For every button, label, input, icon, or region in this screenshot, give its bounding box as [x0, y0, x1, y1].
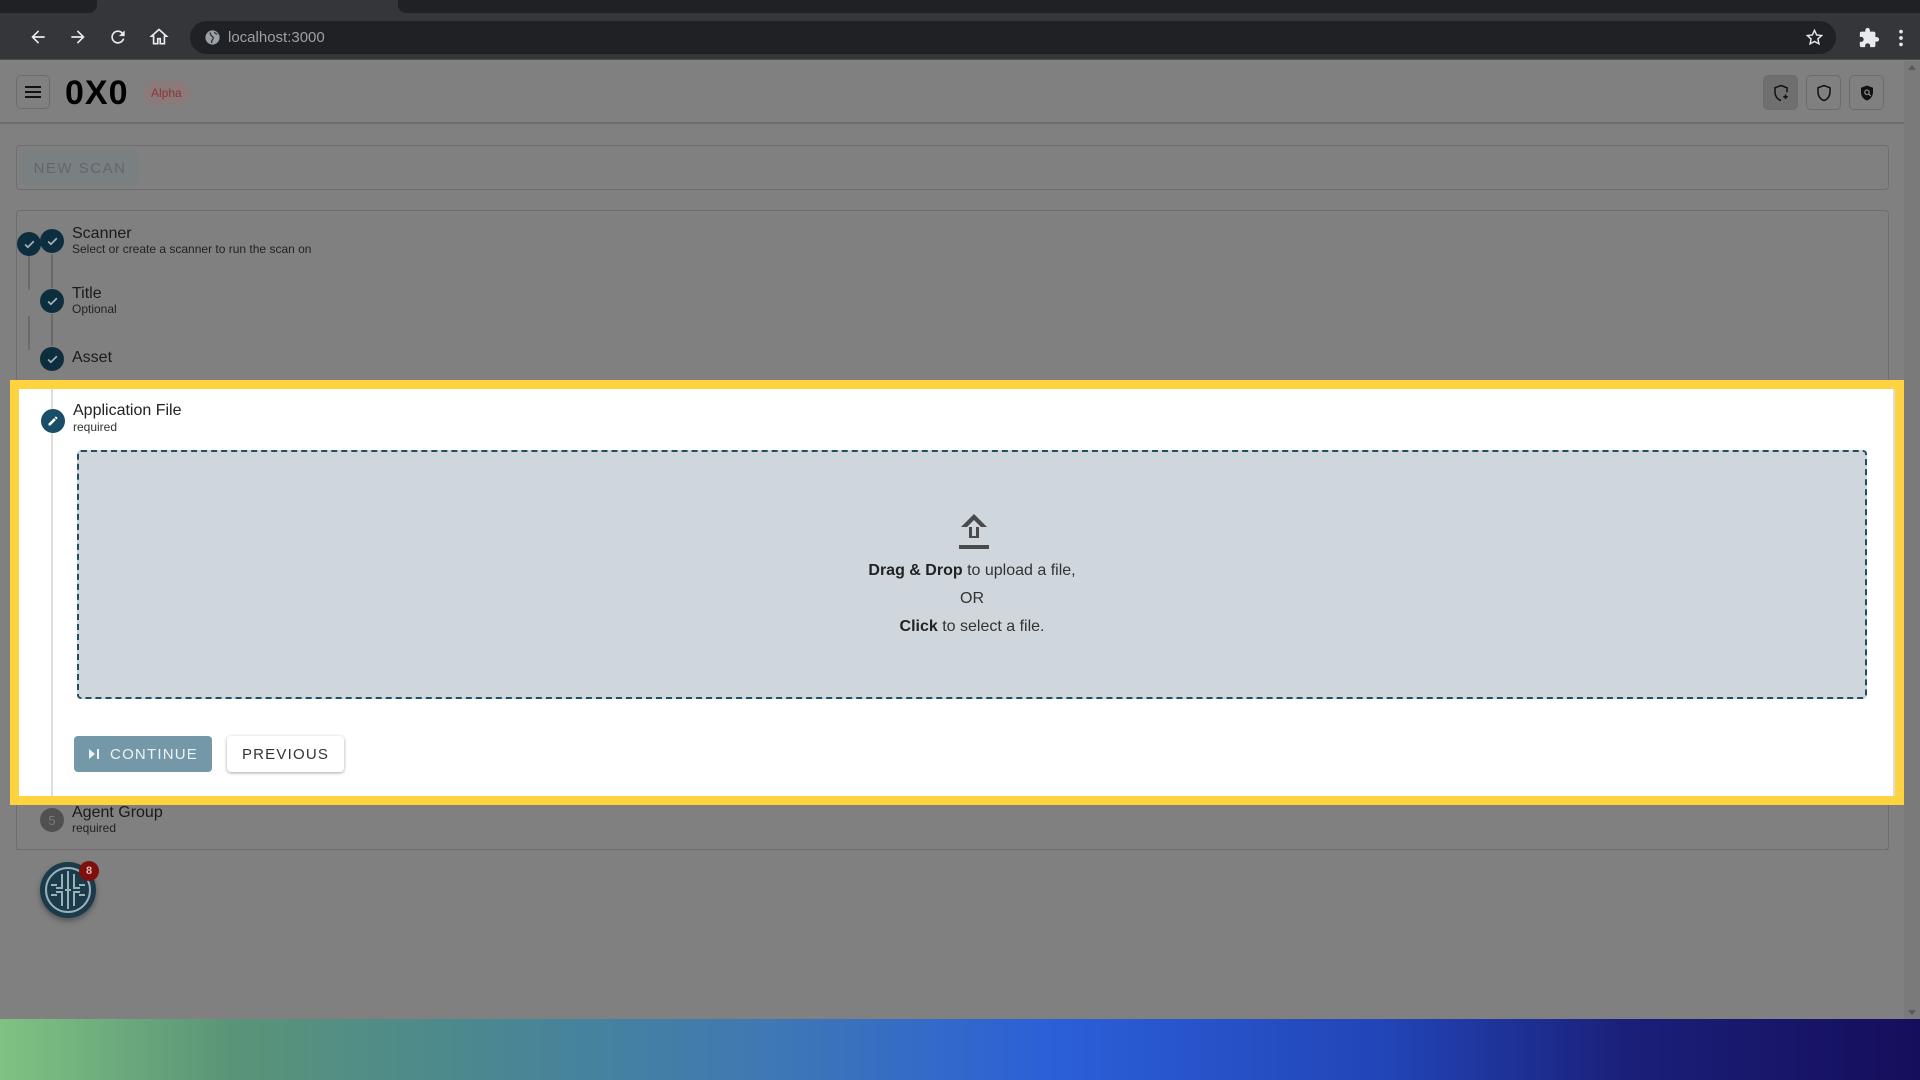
step-subtitle: required: [72, 821, 117, 835]
check-icon: [24, 240, 34, 248]
forward-button[interactable]: [64, 23, 92, 51]
scans-shield-button[interactable]: [1806, 75, 1841, 110]
desktop-background: [0, 1019, 1920, 1080]
step-connector: [51, 314, 53, 346]
url-text[interactable]: localhost:3000: [228, 29, 325, 46]
step-complete-indicator: [40, 289, 64, 313]
notification-badge: 8: [79, 861, 99, 881]
drag-drop-text: to upload a file,: [962, 562, 1076, 579]
new-scan-shield-button[interactable]: [1763, 75, 1798, 110]
browser-tab-strip: [0, 0, 1920, 13]
step-connector: [51, 254, 53, 288]
browser-tab[interactable]: [0, 0, 97, 13]
search-shield-button[interactable]: [1849, 75, 1884, 110]
dropzone-instruction: Click to select a file.: [79, 618, 1865, 636]
check-icon: [47, 297, 57, 305]
step-title: Title: [72, 285, 102, 302]
new-scan-card: NEW SCAN: [16, 145, 1889, 190]
step-number-indicator: 5: [40, 808, 64, 832]
back-button[interactable]: [24, 23, 52, 51]
new-scan-button[interactable]: NEW SCAN: [22, 151, 138, 185]
step-title: Agent Group: [72, 804, 163, 821]
step-subtitle: Select or create a scanner to run the sc…: [72, 242, 312, 256]
page-scrollbar[interactable]: [1904, 61, 1920, 1019]
alpha-badge: Alpha: [143, 81, 190, 105]
highlighted-step-panel: Application File required Drag & Drop to…: [10, 380, 1904, 805]
file-dropzone[interactable]: Drag & Drop to upload a file, OR Click t…: [77, 450, 1867, 699]
step-complete-indicator: [40, 347, 64, 371]
continue-button[interactable]: CONTINUE: [74, 736, 212, 772]
step-connector: [28, 316, 30, 350]
app-header: 0X0 Alpha: [0, 61, 1904, 124]
home-icon: [149, 28, 169, 45]
check-icon: [47, 237, 57, 245]
step-title: Scanner: [72, 225, 132, 242]
check-icon: [47, 355, 57, 363]
step-subtitle: Optional: [72, 302, 117, 316]
address-bar[interactable]: localhost:3000: [190, 21, 1836, 54]
pencil-icon: [48, 416, 58, 426]
shield-plus-icon: [1773, 84, 1788, 101]
skip-next-icon: [89, 749, 100, 759]
upload-icon: [959, 514, 989, 549]
extensions-puzzle-icon[interactable]: [1858, 27, 1880, 49]
step-title-step[interactable]: Title Optional: [40, 285, 440, 319]
click-label: Click: [899, 618, 938, 635]
step-complete-indicator: [17, 232, 41, 256]
step-complete-indicator: [40, 229, 64, 253]
step-connector: [28, 256, 30, 290]
forward-arrow-icon: [71, 30, 85, 44]
dropzone-instruction: Drag & Drop to upload a file,: [79, 562, 1865, 580]
step-scanner[interactable]: Scanner Select or create a scanner to ru…: [40, 225, 440, 259]
globe-icon: [205, 30, 220, 45]
scroll-up-arrow-icon[interactable]: [1908, 65, 1916, 70]
card-border: [1893, 389, 1895, 796]
back-arrow-icon: [31, 30, 45, 44]
dropzone-or: OR: [960, 590, 984, 607]
browser-tab[interactable]: [398, 0, 1920, 13]
app-logo[interactable]: 0X0: [65, 74, 129, 113]
bookmark-star-icon[interactable]: [1805, 28, 1824, 47]
stepper-card-bottom-border: [16, 849, 1889, 850]
continue-label: CONTINUE: [110, 745, 198, 763]
step-edit-indicator: [41, 409, 65, 433]
drag-drop-label: Drag & Drop: [868, 562, 963, 579]
step-agent-group[interactable]: 5 Agent Group required: [40, 804, 440, 838]
menu-button[interactable]: [16, 75, 50, 109]
hamburger-menu-icon: [25, 86, 41, 98]
more-vert-icon[interactable]: [1894, 27, 1908, 49]
step-title: Asset: [72, 349, 113, 366]
step-asset[interactable]: Asset: [40, 347, 440, 377]
step-connector: [51, 389, 53, 796]
step-title: Application File: [73, 402, 182, 419]
reload-button[interactable]: [104, 23, 132, 51]
shield-search-icon: [1860, 85, 1873, 100]
scroll-down-arrow-icon[interactable]: [1908, 1010, 1916, 1015]
shield-outline-icon: [1816, 84, 1831, 101]
previous-button[interactable]: PREVIOUS: [227, 736, 344, 772]
step-subtitle: required: [73, 420, 118, 434]
click-text: to select a file.: [937, 618, 1045, 635]
browser-toolbar: localhost:3000: [0, 13, 1920, 60]
home-button[interactable]: [145, 23, 173, 51]
reload-icon: [111, 30, 125, 44]
